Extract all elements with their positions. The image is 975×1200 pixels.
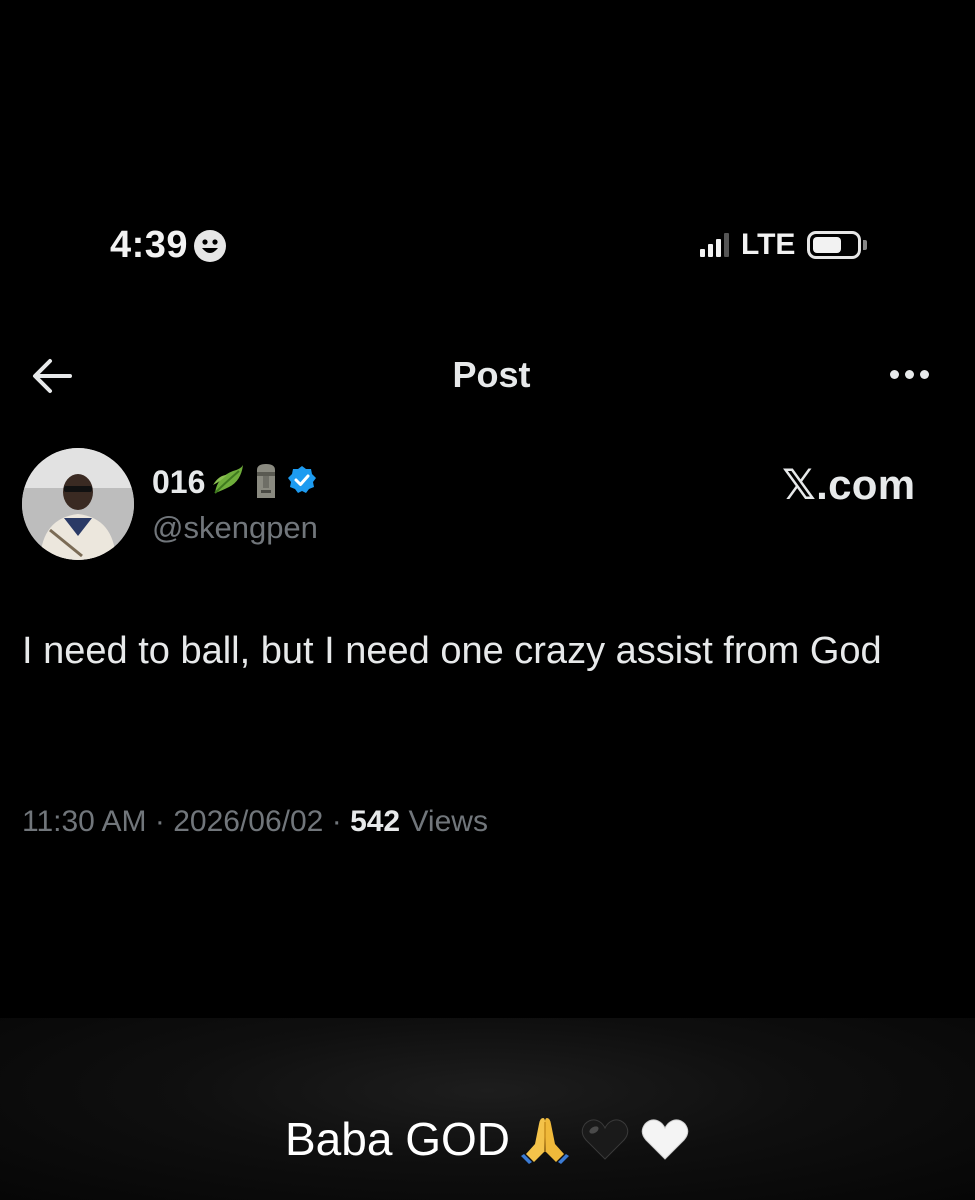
views-label[interactable]: Views <box>408 805 487 838</box>
avatar[interactable] <box>22 448 134 560</box>
signal-icon <box>700 233 729 257</box>
more-options-icon[interactable] <box>890 370 929 379</box>
smiley-icon <box>194 229 227 262</box>
leaf-emoji <box>211 463 245 502</box>
caption: Baba GOD <box>0 1112 975 1166</box>
page-title: Post <box>452 354 531 395</box>
verified-badge-icon <box>287 465 317 500</box>
meta-separator: · <box>154 805 165 838</box>
battery-icon <box>807 231 868 259</box>
screenshot-screen: 4:39 LTE Post 016 @skengpen 𝕏.com I need… <box>0 0 975 1018</box>
post-time: 11:30 AM <box>22 805 147 838</box>
praying-hands-emoji <box>520 1114 570 1164</box>
white-heart-emoji <box>640 1114 690 1164</box>
moai-emoji <box>251 462 281 503</box>
author-handle[interactable]: @skengpen <box>152 510 318 546</box>
post-date: 2026/06/02 <box>173 805 324 838</box>
status-time: 4:39 <box>110 224 227 267</box>
author-name-row[interactable]: 016 <box>152 462 317 503</box>
views-count: 542 <box>350 805 401 838</box>
network-label: LTE <box>741 228 796 261</box>
status-time-text: 4:39 <box>110 224 189 266</box>
post-meta: 11:30 AM · 2026/06/02 · 542 Views <box>22 805 488 839</box>
black-heart-emoji <box>580 1114 630 1164</box>
author-name[interactable]: 016 <box>152 464 205 501</box>
caption-text: Baba GOD <box>285 1113 510 1165</box>
post-text: I need to ball, but I need one crazy ass… <box>22 630 882 672</box>
meta-separator: · <box>331 805 342 838</box>
status-indicators: LTE <box>700 228 868 262</box>
caption-strip <box>0 1018 975 1200</box>
brand-watermark: 𝕏.com <box>782 461 916 508</box>
